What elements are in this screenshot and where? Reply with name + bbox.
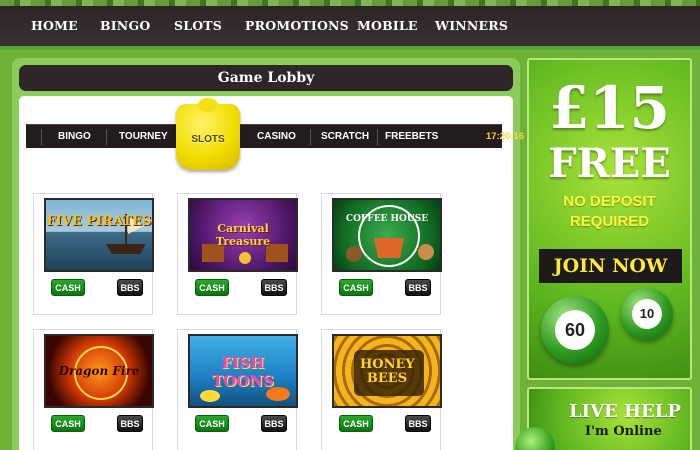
join-now-button[interactable]: JOIN NOW <box>539 249 682 283</box>
cash-button[interactable]: CASH <box>195 279 229 296</box>
bingo-ball-icon: 10 <box>621 288 673 340</box>
nav-winners[interactable]: WINNERS <box>435 18 508 33</box>
cash-button[interactable]: CASH <box>339 415 373 432</box>
dragon-fire-title: Dragon Fire <box>58 364 140 378</box>
bbs-button[interactable]: BBS <box>117 279 143 296</box>
tab-divider <box>310 129 311 145</box>
cash-button[interactable]: CASH <box>195 415 229 432</box>
fish-toons-title: FISH TOONS <box>212 354 274 390</box>
tab-slots-active[interactable]: SLOTS <box>176 98 240 170</box>
tab-scratch[interactable]: SCRATCH <box>321 131 369 142</box>
bbs-button[interactable]: BBS <box>117 415 143 432</box>
game-card: FIVE PIRATES CASH BBS <box>33 193 154 315</box>
pirate-ship-icon <box>106 214 146 254</box>
nav-bingo[interactable]: BINGO <box>100 18 150 33</box>
coffee-house-thumbnail[interactable]: COFFEE HOUSE <box>332 198 442 272</box>
bbs-button[interactable]: BBS <box>261 279 287 296</box>
live-help-widget[interactable]: LIVE HELP I'm Online <box>515 387 692 450</box>
promo-no-deposit-line1: NO DEPOSIT <box>563 193 656 210</box>
bingo-ball-number: 60 <box>555 310 595 350</box>
promo-amount: £15 <box>548 74 671 142</box>
live-help-status: I'm Online <box>585 424 662 439</box>
lobby-clock: 17:20:16 <box>486 131 525 142</box>
bingo-ball-icon <box>515 427 555 450</box>
honey-bees-thumbnail[interactable]: HONEY BEES <box>332 334 442 408</box>
tab-tourney[interactable]: TOURNEY <box>119 131 168 142</box>
game-card: HONEY BEES CASH BBS <box>321 329 442 450</box>
top-navigation: HOME BINGO SLOTS PROMOTIONS MOBILE WINNE… <box>0 0 700 50</box>
five-pirates-thumbnail[interactable]: FIVE PIRATES <box>44 198 154 272</box>
slots-tab-knob <box>198 98 218 112</box>
game-card: COFFEE HOUSE CASH BBS <box>321 193 442 315</box>
nav-mobile[interactable]: MOBILE <box>357 18 418 33</box>
cash-button[interactable]: CASH <box>339 279 373 296</box>
game-card: Carnival Treasure CASH BBS <box>177 193 298 315</box>
honey-bees-title: HONEY BEES <box>360 357 415 386</box>
nav-home[interactable]: HOME <box>31 18 78 33</box>
nav-slots[interactable]: SLOTS <box>174 18 222 33</box>
bingo-ball-icon: 60 <box>541 296 609 364</box>
lobby-title: Game Lobby <box>19 65 513 91</box>
tab-divider <box>41 129 42 145</box>
bingo-ball-number: 10 <box>632 299 662 329</box>
tab-divider <box>377 129 378 145</box>
tab-casino[interactable]: CASINO <box>257 131 296 142</box>
nav-promotions[interactable]: PROMOTIONS <box>245 18 349 33</box>
bbs-button[interactable]: BBS <box>261 415 287 432</box>
cash-button[interactable]: CASH <box>51 279 85 296</box>
live-help-title: LIVE HELP <box>569 401 681 422</box>
five-pirates-title: FIVE PIRATES <box>46 214 152 229</box>
carnival-treasure-title: Carnival Treasure <box>215 222 271 248</box>
free-bonus-promo[interactable]: £15 FREE NO DEPOSIT REQUIRED JOIN NOW 60… <box>527 58 692 380</box>
fish-toons-thumbnail[interactable]: FISH TOONS <box>188 334 298 408</box>
tab-slots-label: SLOTS <box>191 134 225 145</box>
game-card: Dragon Fire CASH BBS <box>33 329 154 450</box>
tab-divider <box>106 129 107 145</box>
game-card: FISH TOONS CASH BBS <box>177 329 298 450</box>
coffee-cup-icon <box>346 205 434 267</box>
promo-free-label: FREE <box>548 140 671 187</box>
coffee-house-title: COFFEE HOUSE <box>345 214 429 224</box>
tab-freebets[interactable]: FREEBETS <box>385 131 438 142</box>
bbs-button[interactable]: BBS <box>405 279 431 296</box>
dragon-fire-thumbnail[interactable]: Dragon Fire <box>44 334 154 408</box>
promo-no-deposit-line2: REQUIRED <box>569 213 650 230</box>
promo-no-deposit: NO DEPOSIT REQUIRED <box>529 192 690 232</box>
bbs-button[interactable]: BBS <box>405 415 431 432</box>
tab-bingo[interactable]: BINGO <box>58 131 91 142</box>
carnival-treasure-thumbnail[interactable]: Carnival Treasure <box>188 198 298 272</box>
lobby-tab-bar: BINGO TOURNEY CASINO SCRATCH FREEBETS 17… <box>26 124 524 148</box>
cash-button[interactable]: CASH <box>51 415 85 432</box>
